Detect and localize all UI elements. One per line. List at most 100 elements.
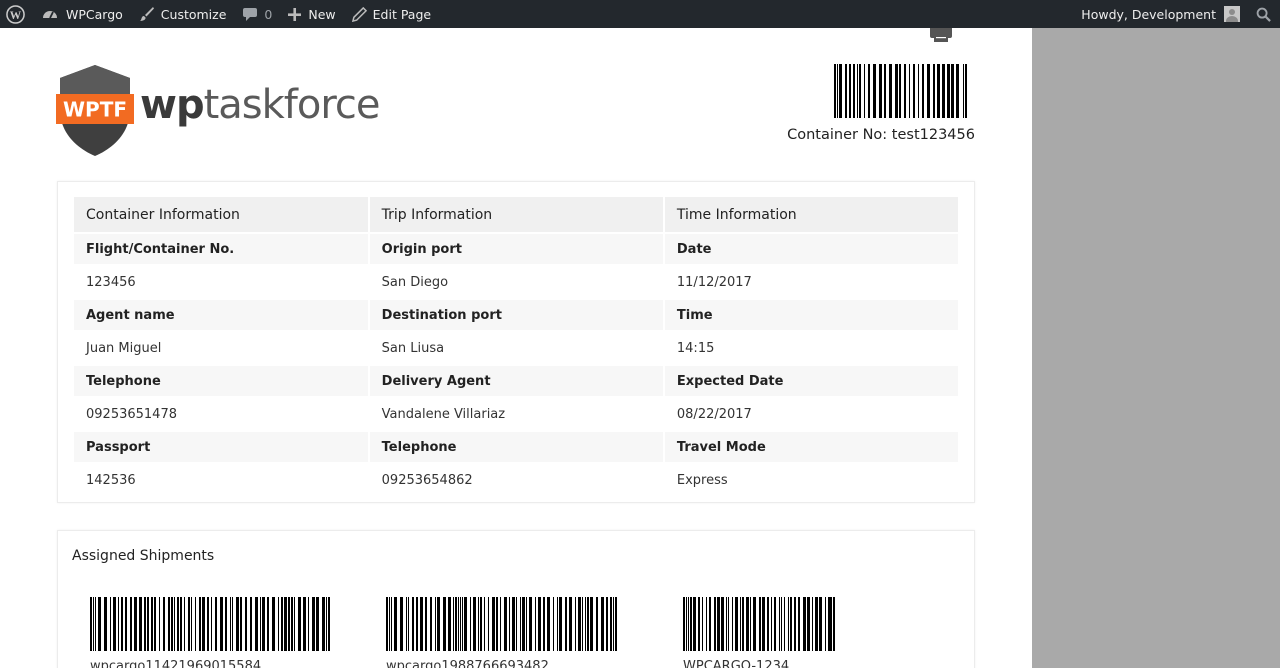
barcode-bar: [918, 64, 919, 118]
barcode-bar: [520, 597, 521, 651]
page-content: WPTF wptaskforce Container No: test12345…: [0, 26, 1032, 668]
logo-wordmark: wptaskforce: [140, 82, 381, 128]
my-account-menu[interactable]: Howdy, Development: [1073, 0, 1240, 28]
barcode-bar: [458, 597, 459, 651]
field-label: Expected Date: [664, 366, 958, 396]
barcode-bar: [240, 597, 242, 651]
barcode-bar: [690, 597, 692, 651]
new-content-menu[interactable]: New: [280, 0, 343, 28]
barcode-bar: [308, 597, 309, 651]
barcode-bar: [303, 597, 306, 651]
barcode-bar: [512, 597, 515, 651]
search-icon: [1256, 7, 1271, 22]
barcode-bar: [819, 597, 822, 651]
barcode-bar: [215, 597, 217, 651]
comments-link[interactable]: 0: [234, 0, 280, 28]
barcode-bar: [788, 597, 789, 651]
shipment-item[interactable]: wpcargo1988766693482: [386, 597, 618, 668]
site-name-menu[interactable]: WPCargo: [33, 0, 131, 28]
edit-page-link[interactable]: Edit Page: [344, 0, 439, 28]
barcode-bar: [312, 597, 315, 651]
barcode-bar: [557, 597, 558, 651]
barcode-bar: [709, 597, 711, 651]
barcode-bar: [473, 597, 476, 651]
barcode-bar: [933, 64, 935, 118]
barcode-bar: [947, 64, 950, 118]
shipment-code: wpcargo1988766693482: [386, 659, 549, 668]
barcode-bar: [889, 64, 892, 118]
info-table: Container Information Trip Information T…: [72, 195, 960, 498]
barcode-bar: [859, 64, 861, 118]
barcode-bar: [587, 597, 589, 651]
value-row: Juan Miguel San Liusa 14:15: [74, 332, 958, 364]
barcode-bar: [455, 597, 457, 651]
barcode-bar: [565, 597, 567, 651]
barcode-bar: [408, 597, 409, 651]
barcode-bar: [909, 64, 910, 118]
barcode-bar: [328, 597, 330, 651]
barcode-bar: [728, 597, 729, 651]
barcode-bar: [110, 597, 111, 651]
field-value: San Diego: [369, 266, 663, 298]
barcode-bar: [225, 597, 227, 651]
label-row: Flight/Container No. Origin port Date: [74, 234, 958, 264]
barcode-bar: [779, 597, 780, 651]
barcode-bar: [420, 597, 423, 651]
barcode-bar: [232, 597, 233, 651]
barcode-bar: [721, 597, 724, 651]
barcode-bar: [853, 64, 855, 118]
search-toggle[interactable]: [1240, 0, 1280, 28]
barcode-bar: [590, 597, 593, 651]
barcode-bar: [547, 597, 550, 651]
field-value: 09253651478: [74, 398, 368, 430]
value-row: 142536 09253654862 Express: [74, 464, 958, 496]
barcode-bar: [837, 64, 838, 118]
shipment-item[interactable]: WPCARGO-1234: [683, 597, 836, 668]
barcode-bar: [582, 597, 583, 651]
barcode-bar: [443, 597, 446, 651]
barcode-bar: [199, 597, 201, 651]
barcode-bar: [798, 597, 800, 651]
field-label: Travel Mode: [664, 432, 958, 462]
barcode-bar: [464, 597, 467, 651]
barcode-bar: [740, 597, 741, 651]
barcode-bar: [144, 597, 146, 651]
shipment-item[interactable]: wpcargo11421969015584: [90, 597, 331, 668]
barcode-bar: [93, 597, 94, 651]
barcode-bar: [526, 597, 527, 651]
container-number: Container No: test123456: [787, 127, 975, 143]
shipment-barcode: [683, 597, 835, 651]
customize-link[interactable]: Customize: [131, 0, 235, 28]
label-row: Passport Telephone Travel Mode: [74, 432, 958, 462]
barcode-bar: [615, 597, 617, 651]
barcode-bar: [245, 597, 247, 651]
barcode-bar: [807, 597, 810, 651]
assigned-shipments-card: Assigned Shipments wpcargo11421969015584…: [57, 530, 975, 668]
barcode-bar: [553, 597, 554, 651]
header-time-information: Time Information: [664, 197, 958, 232]
shipment-barcode: [90, 597, 330, 651]
barcode-bar: [272, 597, 275, 651]
barcode-bar: [118, 597, 119, 651]
barcode-bar: [702, 597, 703, 651]
barcode-bar: [250, 597, 252, 651]
barcode-bar: [610, 597, 612, 651]
barcode-bar: [575, 597, 576, 651]
barcode-bar: [291, 597, 293, 651]
print-icon[interactable]: [928, 26, 954, 44]
header-trip-information: Trip Information: [369, 197, 663, 232]
barcode-bar: [726, 597, 727, 651]
value-row: 09253651478 Vandalene Villariaz 08/22/20…: [74, 398, 958, 430]
shipment-code: WPCARGO-1234: [683, 659, 790, 668]
barcode-bar: [771, 597, 772, 651]
label-row: Agent name Destination port Time: [74, 300, 958, 330]
barcode-bar: [267, 597, 269, 651]
edit-page-label: Edit Page: [372, 6, 432, 22]
wordpress-logo-icon[interactable]: W: [0, 0, 33, 28]
customize-label: Customize: [160, 6, 227, 22]
barcode-bar: [448, 597, 451, 651]
logo-text-light: taskforce: [203, 82, 381, 128]
field-label: Telephone: [74, 366, 368, 396]
barcode-bar: [437, 597, 440, 651]
greeting: Howdy, Development: [1081, 6, 1216, 22]
